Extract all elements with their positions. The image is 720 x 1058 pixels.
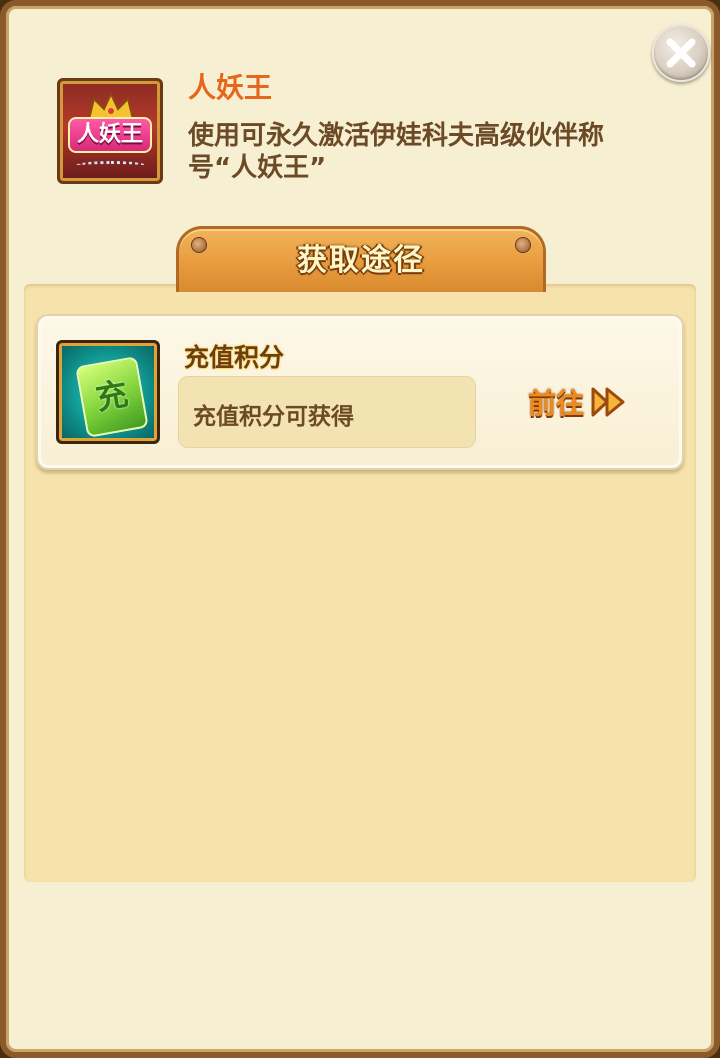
item-description: 使用可永久激活伊娃科夫高级伙伴称号“人妖王” [188,121,605,183]
source-title: 充值积分 [184,343,285,372]
recharge-card-icon: 充 [56,340,160,444]
recharge-card-glyph: 充 [75,356,149,438]
goto-label: 前往 [528,387,585,420]
section-title: 获取途径 [297,243,425,278]
item-name: 人妖王 [188,71,273,104]
double-arrow-right-icon [591,387,625,417]
goto-button[interactable]: 前往 [528,380,628,424]
pearl-decoration [76,161,146,170]
source-description-box: 充值积分可获得 [178,376,476,448]
section-header-tab: 获取途径 [176,226,546,292]
close-icon [666,38,696,68]
close-button[interactable] [652,24,710,82]
badge-text: 人妖王 [68,117,152,153]
source-description: 充值积分可获得 [193,404,354,430]
title-badge-icon: 人妖王 [57,78,163,184]
